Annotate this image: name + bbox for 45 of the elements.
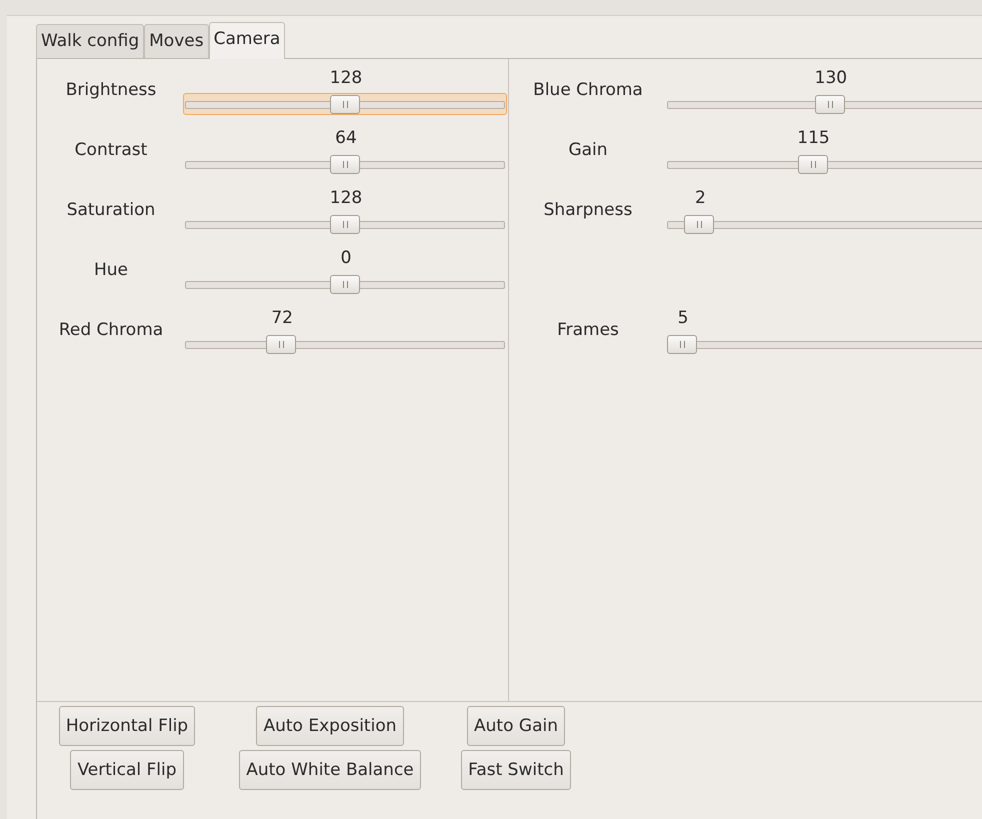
slider-thumb[interactable] (330, 94, 360, 114)
slider-thumb[interactable] (330, 214, 360, 234)
slider-track[interactable] (185, 154, 505, 174)
slider-track[interactable] (667, 94, 982, 114)
slider-thumb[interactable] (330, 274, 360, 294)
slider-value: 2 (694, 188, 706, 208)
slider-label: Frames (556, 319, 620, 342)
toggle-button[interactable]: Fast Switch (461, 750, 571, 790)
slider-track[interactable] (185, 94, 505, 114)
slider-value: 128 (330, 188, 362, 208)
slider-thumb[interactable] (814, 94, 845, 114)
slider-thumb[interactable] (266, 334, 296, 354)
toggle-button[interactable]: Horizontal Flip (58, 706, 196, 746)
slider-value: 0 (340, 248, 352, 268)
slider-label: Sharpness (542, 199, 634, 222)
slider-value: 128 (330, 68, 362, 88)
toggle-button[interactable]: Auto Gain (467, 706, 565, 746)
slider-value: 64 (335, 128, 357, 148)
slider-track[interactable] (185, 334, 505, 354)
slider-thumb[interactable] (330, 154, 360, 174)
tab[interactable]: Moves (144, 24, 209, 58)
slider-track[interactable] (667, 154, 982, 174)
tab[interactable]: Camera (208, 22, 286, 59)
slider-value: 72 (271, 308, 293, 328)
slider-thumb[interactable] (798, 154, 828, 174)
slider-label: Blue Chroma (532, 79, 644, 102)
slider-track[interactable] (185, 214, 505, 234)
slider-label: Gain (567, 139, 609, 162)
toggle-button[interactable]: Auto Exposition (256, 706, 404, 746)
slider-value: 5 (678, 308, 688, 328)
slider-label: Contrast (74, 139, 148, 162)
slider-value: 115 (797, 128, 830, 148)
slider-label: Brightness (64, 79, 158, 102)
toggle-button[interactable]: Vertical Flip (70, 750, 184, 790)
slider-label: Red Chroma (58, 319, 164, 342)
tab[interactable]: Walk config (36, 24, 144, 58)
slider-thumb[interactable] (667, 334, 697, 354)
slider-label: Saturation (66, 199, 156, 222)
slider-track[interactable] (667, 334, 982, 354)
slider-value: 130 (814, 68, 848, 88)
toggle-button[interactable]: Auto White Balance (239, 750, 421, 790)
slider-thumb[interactable] (684, 214, 714, 234)
slider-label: Hue (92, 259, 130, 282)
slider-track[interactable] (667, 214, 982, 234)
slider-track[interactable] (185, 274, 505, 294)
